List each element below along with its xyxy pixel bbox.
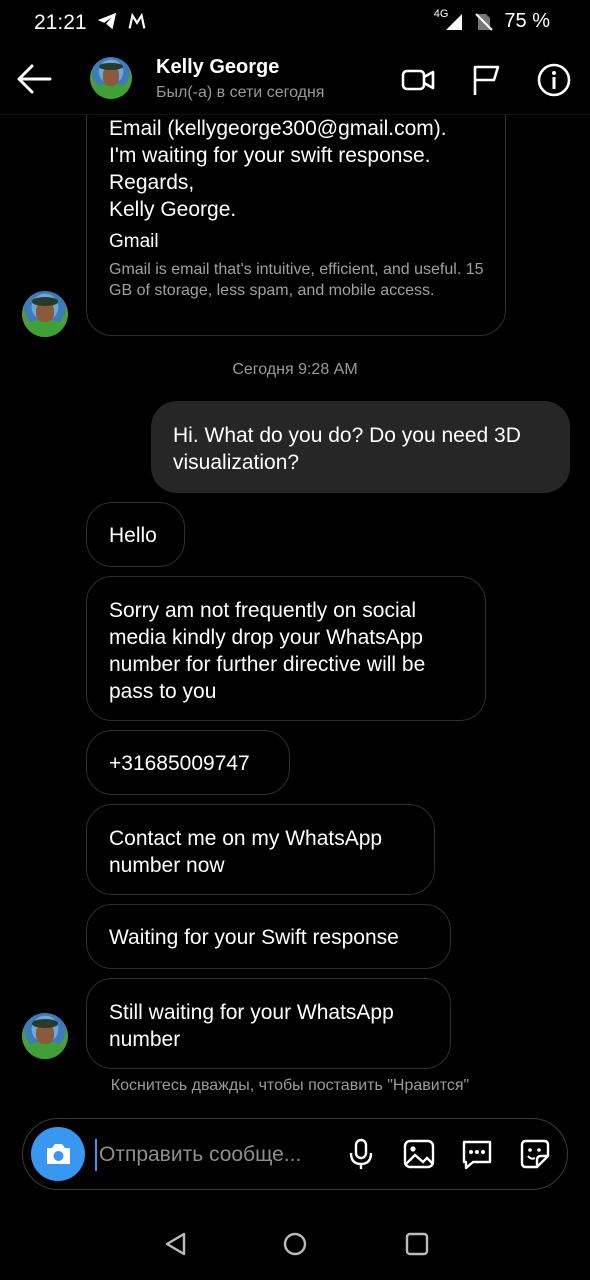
flag-icon[interactable]: [468, 62, 504, 98]
info-icon[interactable]: [536, 62, 572, 98]
nav-recents-icon[interactable]: [403, 1230, 431, 1258]
nav-home-icon[interactable]: [281, 1230, 309, 1258]
telegram-icon: [97, 12, 117, 30]
chat-header: Kelly George Был(-а) в сети сегодня: [0, 44, 590, 115]
camera-icon: [47, 1144, 70, 1164]
status-time: 21:21: [34, 11, 87, 34]
contact-name[interactable]: Kelly George: [156, 56, 279, 79]
message-thread[interactable]: Email (kellygeorge300@gmail.com). I'm wa…: [0, 114, 590, 1100]
incoming-message-hello[interactable]: Hello: [86, 502, 185, 567]
incoming-message-request[interactable]: Sorry am not frequently on social media …: [86, 576, 486, 721]
no-sim-icon: [475, 12, 494, 31]
network-type: 4G: [433, 7, 449, 20]
gallery-icon[interactable]: [401, 1136, 437, 1172]
more-options-icon[interactable]: [459, 1136, 495, 1172]
system-navigation-bar: [0, 1200, 590, 1280]
camera-button[interactable]: [31, 1127, 85, 1181]
video-call-icon[interactable]: [400, 62, 436, 98]
incoming-message-contact[interactable]: Contact me on my WhatsApp number now: [86, 804, 435, 895]
status-bar: 21:21 4G 75 %: [0, 0, 590, 44]
link-message-text: Email (kellygeorge300@gmail.com). I'm wa…: [109, 117, 447, 221]
message-input[interactable]: [95, 1139, 331, 1171]
sender-avatar-last[interactable]: [22, 1013, 68, 1059]
message-timestamp: Сегодня 9:28 AM: [232, 361, 358, 378]
microphone-icon[interactable]: [343, 1136, 379, 1172]
battery-level: 75 %: [504, 10, 550, 32]
link-preview-card[interactable]: Email (kellygeorge300@gmail.com). I'm wa…: [86, 114, 506, 336]
incoming-message-phone[interactable]: +31685009747: [86, 730, 290, 795]
incoming-message-waiting[interactable]: Waiting for your Swift response: [86, 904, 451, 969]
outgoing-message[interactable]: Hi. What do you do? Do you need 3D visua…: [151, 401, 570, 493]
contact-avatar[interactable]: [90, 57, 132, 99]
sticker-icon[interactable]: [517, 1136, 553, 1172]
contact-status: Был(-а) в сети сегодня: [156, 84, 325, 101]
incoming-message-still-waiting[interactable]: Still waiting for your WhatsApp number: [86, 978, 451, 1069]
back-arrow-icon[interactable]: [14, 61, 54, 97]
double-tap-hint: Коснитесь дважды, чтобы поставить "Нрави…: [110, 1077, 470, 1094]
message-composer: [22, 1118, 568, 1190]
app-notification-icon: [128, 12, 146, 29]
sender-avatar[interactable]: [22, 291, 68, 337]
nav-back-icon[interactable]: [162, 1230, 190, 1258]
link-preview-title: Gmail: [109, 231, 159, 252]
link-preview-description: Gmail is email that's intuitive, efficie…: [109, 261, 484, 299]
